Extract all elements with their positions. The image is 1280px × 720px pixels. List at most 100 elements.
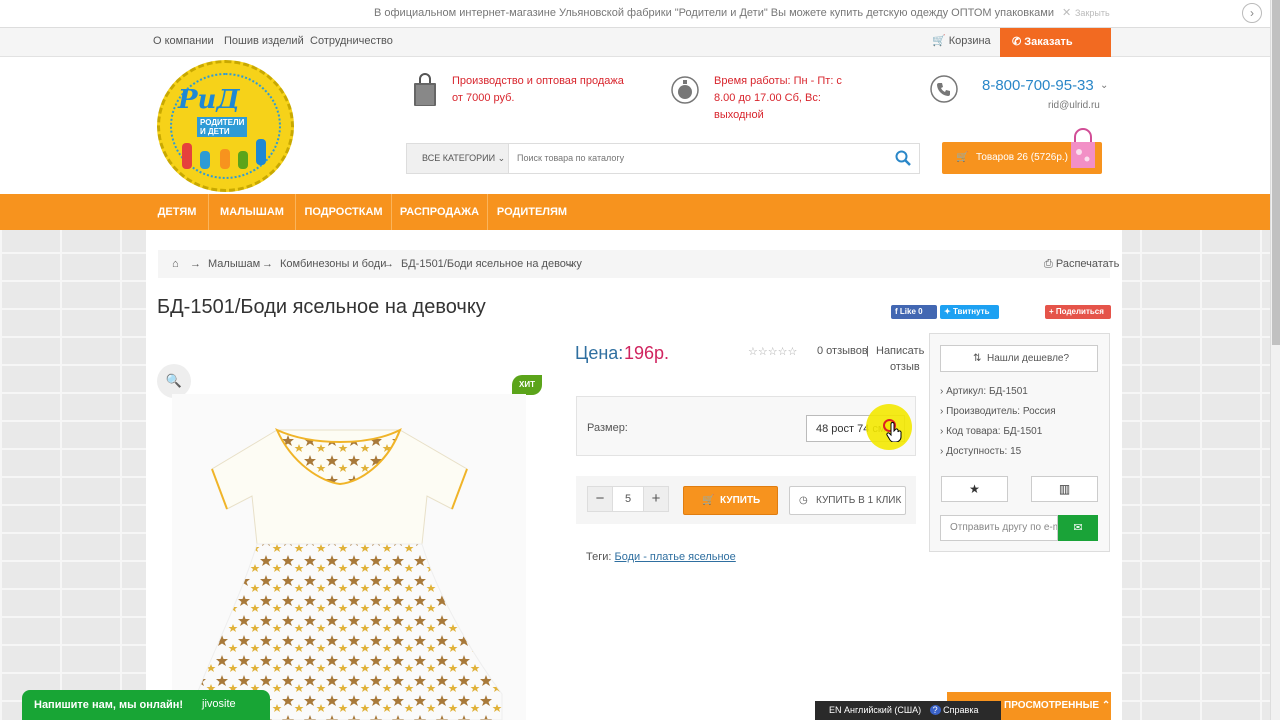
quantity-input[interactable]: 5 xyxy=(613,486,643,512)
logo-subtitle-2: И ДЕТИ xyxy=(200,127,230,136)
notice-close-label[interactable]: Закрыть xyxy=(1075,8,1110,18)
feature-wholesale-line-1: Производство и оптовая продажа xyxy=(452,75,624,87)
help-label[interactable]: Справка xyxy=(943,705,978,715)
top-bar: О компании Пошив изделий Сотрудничество … xyxy=(0,28,1270,77)
email[interactable]: rid@ulrid.ru xyxy=(1048,100,1100,111)
bar-chart-icon: ▥ xyxy=(1058,482,1071,496)
page-title: БД-1501/Боди ясельное на девочку xyxy=(157,296,486,318)
logo-subtitle: РОДИТЕЛИ И ДЕТИ xyxy=(197,117,248,137)
feature-hours: Время работы: Пн - Пт: с 8.00 до 17.00 С… xyxy=(714,73,842,124)
search-icon[interactable] xyxy=(895,150,911,166)
reviews-count[interactable]: 0 отзывов xyxy=(817,345,868,357)
breadcrumb-item-babies[interactable]: Малышам xyxy=(208,258,260,270)
scrollbar-thumb[interactable] xyxy=(1272,0,1280,345)
star-icon[interactable]: ☆ xyxy=(748,346,758,358)
home-icon[interactable]: ⌂ xyxy=(172,258,179,270)
spec-article: › Артикул: БД-1501 xyxy=(940,386,1028,397)
one-click-buy-button[interactable]: ◷ КУПИТЬ В 1 КЛИК xyxy=(789,486,906,515)
logo-figure xyxy=(238,151,248,169)
buy-button[interactable]: 🛒 КУПИТЬ xyxy=(683,486,778,515)
notice-close-icon[interactable]: ✕ xyxy=(1062,6,1071,19)
logo[interactable]: РиД РОДИТЕЛИ И ДЕТИ xyxy=(157,60,294,192)
clock-icon: ◷ xyxy=(799,495,808,506)
cart-icon: 🛒 xyxy=(932,35,946,47)
share-icon: + xyxy=(1049,307,1056,316)
spec-manufacturer-text: Производитель: Россия xyxy=(946,406,1056,417)
buy-button-label: КУПИТЬ xyxy=(720,495,761,506)
language-bar[interactable]: EN Английский (США) ? Справка xyxy=(815,701,1001,720)
notice-arrow-icon[interactable]: › xyxy=(1242,3,1262,23)
nav-sewing[interactable]: Пошив изделий xyxy=(224,35,304,47)
breadcrumb-arrow: → xyxy=(190,258,201,270)
review-separator: | xyxy=(866,345,869,357)
recently-viewed-label: ПРОСМОТРЕННЫЕ xyxy=(1004,700,1100,711)
found-cheaper-label: Нашли дешевле? xyxy=(987,353,1070,364)
breadcrumb-item-bodysuits[interactable]: Комбинезоны и боди xyxy=(280,258,386,270)
envelope-icon: ✉ xyxy=(1073,522,1083,534)
category-sale[interactable]: РАСПРОДАЖА xyxy=(392,194,488,230)
logo-figure xyxy=(256,139,266,165)
category-nav: ДЕТЯМ МАЛЫШАМ ПОДРОСТКАМ РАСПРОДАЖА РОДИ… xyxy=(0,194,1270,230)
cart-icon: 🛒 xyxy=(956,152,969,163)
nav-about[interactable]: О компании xyxy=(153,35,214,47)
nav-cooperation[interactable]: Сотрудничество xyxy=(310,35,393,47)
found-cheaper-button[interactable]: ⇅ Нашли дешевле? xyxy=(940,345,1098,372)
quantity-increase-button[interactable]: + xyxy=(643,486,669,512)
share-button[interactable]: + Поделиться xyxy=(1045,305,1111,319)
facebook-like-button[interactable]: f Like 0 xyxy=(891,305,937,319)
one-click-buy-label: КУПИТЬ В 1 КЛИК xyxy=(816,495,902,506)
compare-button[interactable]: ▥ xyxy=(1031,476,1098,502)
star-icon[interactable]: ☆ xyxy=(768,346,778,358)
callback-button[interactable]: ✆ Заказать звонок xyxy=(1000,28,1111,77)
chevron-down-icon[interactable]: ⌄ xyxy=(1100,80,1108,91)
sort-icon: ⇅ xyxy=(973,353,982,364)
search-bar: ВСЕ КАТЕГОРИИ ⌄ xyxy=(406,143,920,174)
write-review-link-1[interactable]: Написать xyxy=(876,345,924,357)
scrollbar[interactable] xyxy=(1270,0,1280,720)
help-icon[interactable]: ? xyxy=(929,705,941,715)
language-label[interactable]: EN Английский (США) xyxy=(829,705,921,715)
cart-link[interactable]: 🛒 Корзина xyxy=(932,34,991,47)
zoom-icon[interactable]: 🔍 xyxy=(157,364,191,398)
product-image-dress xyxy=(196,427,503,720)
print-label: Распечатать xyxy=(1055,258,1120,270)
phone-number[interactable]: 8-800-700-95-33 xyxy=(982,77,1094,94)
category-babies[interactable]: МАЛЫШАМ xyxy=(209,194,296,230)
breadcrumb-arrow: → xyxy=(564,258,575,270)
category-parents[interactable]: РОДИТЕЛЯМ xyxy=(488,194,576,230)
tags: Теги: Боди - платье ясельное xyxy=(586,551,736,563)
wishlist-star-button[interactable]: ★ xyxy=(941,476,1008,502)
search-category-select[interactable]: ВСЕ КАТЕГОРИИ ⌄ xyxy=(407,144,509,173)
chevron-up-icon: ⌃ xyxy=(1101,700,1111,711)
star-icon[interactable]: ☆ xyxy=(778,346,788,358)
breadcrumb: ⌂ → Малышам → Комбинезоны и боди → БД-15… xyxy=(158,250,1110,278)
send-to-friend-input[interactable]: Отправить другу по e-mail xyxy=(940,515,1058,541)
feature-wholesale: Производство и оптовая продажа от 7000 р… xyxy=(452,73,624,107)
chat-widget-brand: jivosite xyxy=(202,698,236,710)
print-link[interactable]: ⎙ Распечатать xyxy=(1044,258,1119,271)
twitter-button[interactable]: ✦ Твитнуть xyxy=(940,305,999,319)
chat-widget[interactable]: Напишите нам, мы онлайн! jivosite xyxy=(22,690,270,720)
price-label: Цена: xyxy=(575,343,624,363)
breadcrumb-arrow: → xyxy=(262,258,273,270)
star-icon[interactable]: ☆ xyxy=(788,346,798,358)
feature-wholesale-line-2: от 7000 руб. xyxy=(452,92,515,104)
write-review-link-2[interactable]: отзыв xyxy=(890,361,920,373)
tag-link[interactable]: Боди - платье ясельное xyxy=(615,551,736,563)
product-image[interactable] xyxy=(172,394,526,720)
star-icon[interactable]: ☆ xyxy=(758,346,768,358)
send-email-button[interactable]: ✉ xyxy=(1058,515,1098,541)
search-input[interactable] xyxy=(517,153,877,163)
category-kids[interactable]: ДЕТЯМ xyxy=(146,194,209,230)
facebook-like-label: Like 0 xyxy=(899,307,923,316)
spec-article-text: Артикул: БД-1501 xyxy=(946,386,1028,397)
category-teens[interactable]: ПОДРОСТКАМ xyxy=(296,194,392,230)
gift-bag-icon xyxy=(1071,128,1095,168)
tags-label: Теги: xyxy=(586,551,612,563)
notice-text: В официальном интернет-магазине Ульяновс… xyxy=(374,7,1054,19)
rating-stars[interactable]: ☆☆☆☆☆ xyxy=(748,345,797,358)
logo-figure xyxy=(200,151,210,169)
price-value: 196р. xyxy=(624,343,670,363)
logo-title: РиД xyxy=(178,85,240,115)
quantity-decrease-button[interactable]: − xyxy=(587,486,613,512)
